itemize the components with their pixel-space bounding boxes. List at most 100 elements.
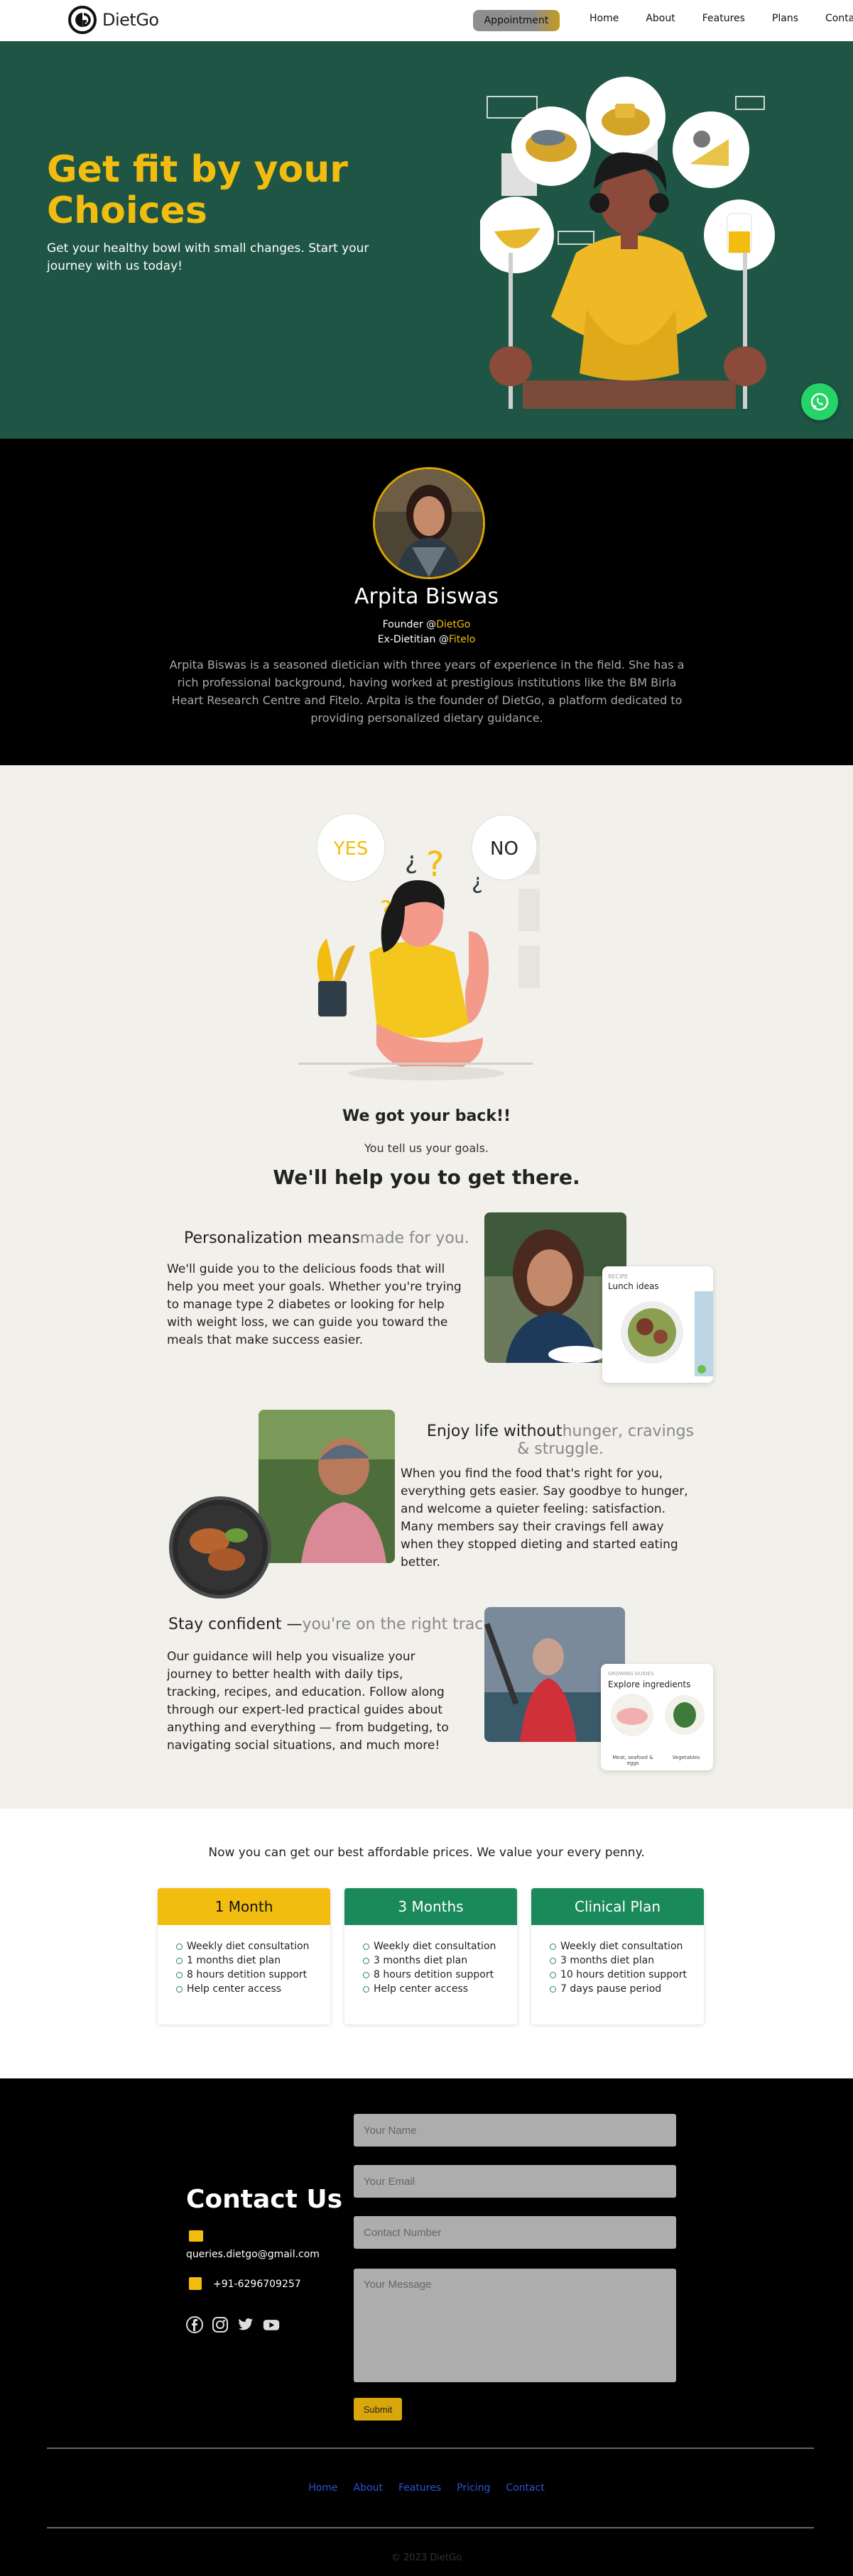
- plan-name: 1 Month: [158, 1888, 330, 1925]
- title-bold: Stay confident —: [168, 1616, 303, 1633]
- hero-illustration: [480, 77, 775, 409]
- check-icon: [550, 1971, 556, 1978]
- card-title: Lunch ideas: [608, 1281, 659, 1291]
- woman-outdoors-photo: [259, 1410, 395, 1563]
- founder-role-past: Ex-Dietitian @Fitelo: [0, 632, 853, 647]
- navbar: DietGo Appointment Home About Features P…: [0, 0, 853, 41]
- plan-features: Weekly diet consultation 3 months diet p…: [531, 1925, 704, 1996]
- footer-link-home[interactable]: Home: [308, 2482, 337, 2494]
- plan-card-1-month[interactable]: 1 Month Weekly diet consultation 1 month…: [158, 1888, 330, 2024]
- nav-link-plans[interactable]: Plans: [772, 13, 798, 24]
- check-icon: [176, 1985, 183, 1993]
- role-org-link[interactable]: DietGo: [436, 619, 470, 630]
- lunch-ideas-card[interactable]: RECIPE Lunch ideas: [602, 1266, 713, 1383]
- footer-divider-bottom: [47, 2527, 814, 2528]
- plan-name: 3 Months: [344, 1888, 517, 1925]
- check-icon: [363, 1985, 369, 1993]
- check-icon: [176, 1943, 183, 1950]
- footer-divider-top: [47, 2448, 814, 2449]
- role-prefix: Ex-Dietitian @: [377, 634, 449, 645]
- email-input[interactable]: [354, 2165, 676, 2198]
- hero-section: Get fit by your Choices Get your healthy…: [0, 41, 853, 439]
- plan-card-clinical[interactable]: Clinical Plan Weekly diet consultation 3…: [531, 1888, 704, 2024]
- plan-feature: 1 months diet plan: [176, 1953, 330, 1968]
- svg-text:?: ?: [426, 845, 444, 884]
- twitter-icon[interactable]: [237, 2316, 254, 2333]
- hero-subtitle: Get your healthy bowl with small changes…: [47, 241, 369, 273]
- footer-link-pricing[interactable]: Pricing: [457, 2482, 490, 2494]
- title-bold: Personalization means: [184, 1229, 360, 1247]
- name-input[interactable]: [354, 2114, 676, 2147]
- plan-feature: Weekly diet consultation: [176, 1939, 330, 1953]
- plan-card-3-months[interactable]: 3 Months Weekly diet consultation 3 mont…: [344, 1888, 517, 2024]
- founder-roles: Founder @DietGo Ex-Dietitian @Fitelo: [0, 618, 853, 647]
- footer-link-contact[interactable]: Contact: [506, 2482, 544, 2494]
- check-icon: [550, 1985, 556, 1993]
- brand-logo[interactable]: DietGo: [68, 6, 159, 34]
- check-icon: [363, 1957, 369, 1964]
- ingredient-veg-label: Vegetables: [672, 1755, 700, 1760]
- founder-name: Arpita Biswas: [354, 584, 499, 609]
- message-textarea[interactable]: [354, 2269, 676, 2382]
- dietgo-logo-icon: [68, 6, 97, 34]
- facebook-icon[interactable]: [186, 2316, 203, 2333]
- plan-feature: Help center access: [363, 1982, 517, 1996]
- instagram-icon[interactable]: [212, 2316, 229, 2333]
- card-kicker: RECIPE: [608, 1273, 629, 1280]
- appointment-button[interactable]: Appointment: [473, 10, 560, 31]
- check-icon: [176, 1971, 183, 1978]
- contact-number-input[interactable]: [354, 2216, 676, 2249]
- get-there-heading: We'll help you to get there.: [273, 1166, 580, 1189]
- social-links: [186, 2316, 280, 2333]
- founder-avatar: [373, 467, 485, 579]
- footer-link-about[interactable]: About: [354, 2482, 383, 2494]
- salad-plate-image: [602, 1291, 713, 1376]
- hero-title: Get fit by your Choices: [47, 148, 348, 232]
- svg-text:¿: ¿: [405, 847, 418, 875]
- plan-feature: Weekly diet consultation: [550, 1939, 704, 1953]
- tell-us-text: You tell us your goals.: [364, 1141, 489, 1155]
- nav-link-about[interactable]: About: [646, 13, 675, 24]
- envelope-icon: [189, 2230, 203, 2242]
- card-kicker: GROWING GUIDES: [608, 1671, 654, 1677]
- got-your-back-heading: We got your back!!: [342, 1107, 511, 1125]
- founder-profile-section: Arpita Biswas Founder @DietGo Ex-Dietiti…: [0, 439, 853, 765]
- thinking-woman-illustration: YES NO ? ¿ ¿ ?: [298, 813, 540, 1080]
- youtube-icon[interactable]: [263, 2316, 280, 2333]
- submit-button[interactable]: Submit: [354, 2398, 402, 2421]
- svg-text:¿: ¿: [472, 870, 483, 894]
- whatsapp-button[interactable]: [801, 383, 838, 420]
- check-icon: [550, 1957, 556, 1964]
- card-title: Explore ingredients: [608, 1679, 691, 1689]
- feature-personalization-title: Personalization meansmade for you.: [184, 1229, 469, 1247]
- footer-link-features[interactable]: Features: [398, 2482, 441, 2494]
- title-bold: Enjoy life without: [426, 1423, 563, 1440]
- contact-email[interactable]: queries.dietgo@gmail.com: [186, 2249, 320, 2260]
- contact-phone[interactable]: +91-6296709257: [213, 2279, 301, 2290]
- plan-feature: 8 hours detition support: [176, 1968, 330, 1982]
- feature-enjoy-life-body: When you find the food that's right for …: [401, 1467, 688, 1569]
- plan-feature: 3 months diet plan: [363, 1953, 517, 1968]
- nav-link-home[interactable]: Home: [590, 13, 619, 24]
- whatsapp-icon: [810, 393, 829, 411]
- check-icon: [363, 1971, 369, 1978]
- check-icon: [363, 1943, 369, 1950]
- brand-name: DietGo: [102, 10, 159, 30]
- contact-section: Contact Us queries.dietgo@gmail.com +91-…: [0, 2078, 853, 2576]
- nav-link-contact[interactable]: Contact: [825, 13, 853, 24]
- nav-link-features[interactable]: Features: [702, 13, 745, 24]
- plan-feature: Help center access: [176, 1982, 330, 1996]
- plan-feature: Weekly diet consultation: [363, 1939, 517, 1953]
- feature-personalization-body: We'll guide you to the delicious foods t…: [167, 1262, 462, 1347]
- footer-links: Home About Features Pricing Contact: [0, 2482, 853, 2494]
- plan-features: Weekly diet consultation 1 months diet p…: [158, 1925, 330, 1996]
- explore-ingredients-card[interactable]: GROWING GUIDES Explore ingredients Meat,…: [601, 1664, 713, 1770]
- features-section: YES NO ? ¿ ¿ ? We got your back!! You te…: [0, 765, 853, 1809]
- role-org-link[interactable]: Fitelo: [449, 634, 475, 645]
- feature-enjoy-life-title: Enjoy life withouthunger, cravings & str…: [422, 1423, 699, 1458]
- pricing-intro: Now you can get our best affordable pric…: [208, 1846, 645, 1860]
- role-prefix: Founder @: [382, 619, 437, 630]
- plan-feature: 8 hours detition support: [363, 1968, 517, 1982]
- yes-bubble-text: YES: [333, 838, 369, 860]
- pricing-section: Now you can get our best affordable pric…: [0, 1809, 853, 2078]
